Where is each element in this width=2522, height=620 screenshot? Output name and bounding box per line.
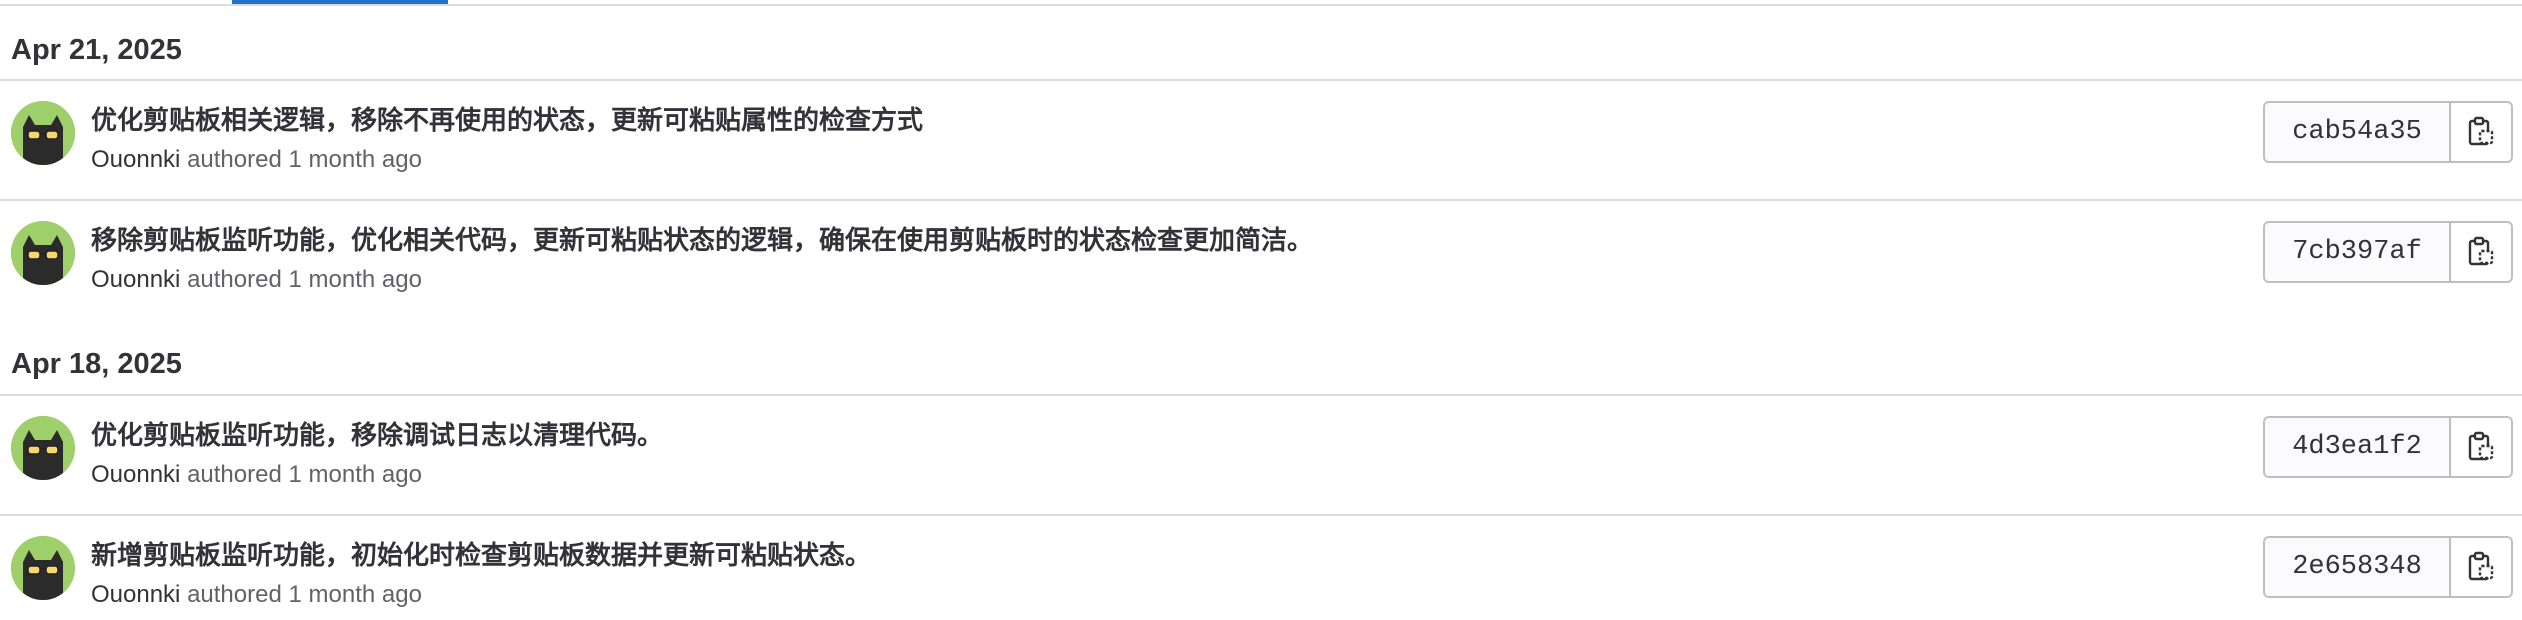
copy-sha-button[interactable] — [2451, 418, 2511, 476]
commit-sha-button[interactable]: cab54a35 — [2265, 103, 2451, 161]
commit-time: 1 month ago — [288, 581, 422, 608]
commit-meta: Ouonnki authored 1 month ago — [91, 268, 422, 292]
commit-author-link[interactable]: Ouonnki — [91, 461, 180, 488]
clipboard-copy-icon — [2468, 431, 2494, 461]
author-avatar[interactable] — [11, 416, 75, 480]
clipboard-copy-icon — [2468, 236, 2494, 266]
author-avatar[interactable] — [11, 221, 75, 285]
clipboard-copy-icon — [2468, 551, 2494, 581]
commit-title-link[interactable]: 移除剪贴板监听功能，优化相关代码，更新可粘贴状态的逻辑，确保在使用剪贴板时的状态… — [91, 227, 1313, 253]
commit-sha-group: 7cb397af — [2263, 221, 2513, 283]
commit-meta: Ouonnki authored 1 month ago — [91, 463, 422, 487]
commit-time: 1 month ago — [288, 266, 422, 293]
cat-sunglasses-icon — [11, 221, 75, 285]
commit-list-page: Apr 21, 2025 优化剪贴板相关逻辑，移除不再使用的状态，更新可粘贴属性… — [0, 0, 2522, 620]
cat-sunglasses-icon — [11, 101, 75, 165]
commit-row[interactable]: 新增剪贴板监听功能，初始化时检查剪贴板数据并更新可粘贴状态。 Ouonnki a… — [0, 515, 2522, 620]
active-tab-indicator — [232, 0, 448, 4]
commit-meta: Ouonnki authored 1 month ago — [91, 148, 422, 172]
commit-sha-group: 4d3ea1f2 — [2263, 416, 2513, 478]
copy-sha-button[interactable] — [2451, 223, 2511, 281]
commit-meta: Ouonnki authored 1 month ago — [91, 583, 422, 607]
date-header: Apr 21, 2025 — [11, 34, 182, 66]
commit-action: authored — [187, 266, 282, 293]
commit-row[interactable]: 优化剪贴板监听功能，移除调试日志以清理代码。 Ouonnki authored … — [0, 395, 2522, 513]
clipboard-copy-icon — [2468, 116, 2494, 146]
commit-author-link[interactable]: Ouonnki — [91, 581, 180, 608]
commit-title-link[interactable]: 优化剪贴板相关逻辑，移除不再使用的状态，更新可粘贴属性的检查方式 — [91, 107, 923, 133]
commit-time: 1 month ago — [288, 461, 422, 488]
cat-sunglasses-icon — [11, 416, 75, 480]
tab-bar-divider — [0, 4, 2522, 6]
copy-sha-button[interactable] — [2451, 103, 2511, 161]
commit-time: 1 month ago — [288, 146, 422, 173]
commit-action: authored — [187, 581, 282, 608]
commit-action: authored — [187, 461, 282, 488]
commit-row[interactable]: 移除剪贴板监听功能，优化相关代码，更新可粘贴状态的逻辑，确保在使用剪贴板时的状态… — [0, 200, 2522, 318]
commit-title-link[interactable]: 优化剪贴板监听功能，移除调试日志以清理代码。 — [91, 422, 663, 448]
commit-sha-button[interactable]: 2e658348 — [2265, 538, 2451, 596]
commit-sha-group: 2e658348 — [2263, 536, 2513, 598]
commit-title-link[interactable]: 新增剪贴板监听功能，初始化时检查剪贴板数据并更新可粘贴状态。 — [91, 542, 871, 568]
copy-sha-button[interactable] — [2451, 538, 2511, 596]
commit-sha-group: cab54a35 — [2263, 101, 2513, 163]
commit-author-link[interactable]: Ouonnki — [91, 266, 180, 293]
cat-sunglasses-icon — [11, 536, 75, 600]
commit-author-link[interactable]: Ouonnki — [91, 146, 180, 173]
date-header: Apr 18, 2025 — [11, 348, 182, 380]
commit-row[interactable]: 优化剪贴板相关逻辑，移除不再使用的状态，更新可粘贴属性的检查方式 Ouonnki… — [0, 80, 2522, 198]
author-avatar[interactable] — [11, 101, 75, 165]
commit-sha-button[interactable]: 7cb397af — [2265, 223, 2451, 281]
commit-action: authored — [187, 146, 282, 173]
author-avatar[interactable] — [11, 536, 75, 600]
commit-sha-button[interactable]: 4d3ea1f2 — [2265, 418, 2451, 476]
